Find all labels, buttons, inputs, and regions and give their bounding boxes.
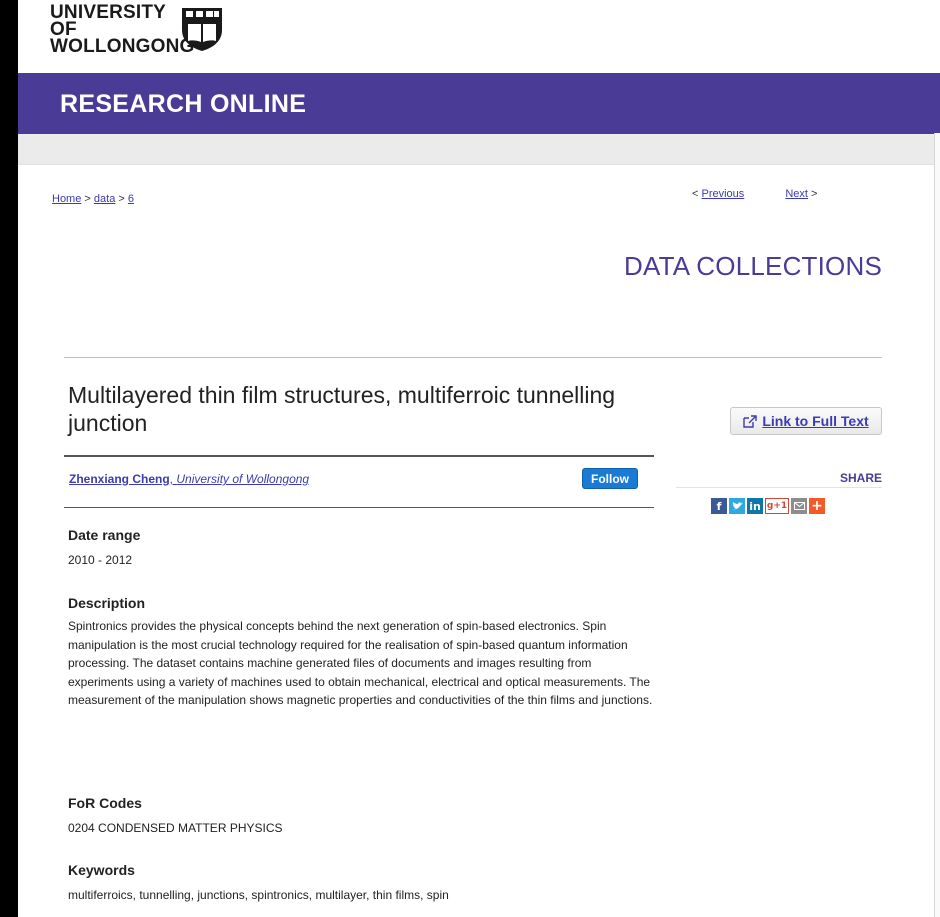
more-icon[interactable]: + (809, 498, 825, 514)
author-divider-top (64, 455, 654, 457)
date-range-label: Date range (68, 527, 141, 543)
previous-arrow: < (692, 188, 699, 200)
share-label: SHARE (839, 471, 882, 485)
date-range-value: 2010 - 2012 (68, 553, 133, 567)
breadcrumb: Home > data > 6 (52, 193, 134, 205)
crest-icon (182, 8, 222, 51)
author-separator: , (169, 472, 174, 486)
next-arrow: > (811, 188, 818, 200)
breadcrumb-item[interactable]: 6 (128, 193, 134, 205)
author-name: Zhenxiang Cheng (69, 472, 170, 486)
next-link[interactable]: Next (785, 188, 808, 200)
keywords-label: Keywords (68, 862, 135, 878)
nav-bar (18, 134, 940, 165)
site-banner: RESEARCH ONLINE (18, 73, 940, 134)
description-label: Description (68, 595, 146, 611)
previous-link[interactable]: Previous (702, 188, 745, 200)
breadcrumb-separator: > (84, 193, 91, 205)
author-affiliation: University of Wollongong (176, 472, 310, 486)
breadcrumb-data[interactable]: data (94, 193, 115, 205)
logo-text: UNIVERSITY OF WOLLONGONG (50, 2, 195, 57)
breadcrumb-home[interactable]: Home (52, 193, 81, 205)
site-title[interactable]: RESEARCH ONLINE (60, 90, 306, 119)
share-divider (676, 487, 882, 488)
linkedin-icon[interactable]: in (747, 498, 763, 514)
page-frame: UNIVERSITY OF WOLLONGONG RESEARCH ONLINE… (18, 0, 940, 917)
section-title: DATA COLLECTIONS (624, 251, 882, 281)
keywords-value: multiferroics, tunnelling, junctions, sp… (68, 888, 449, 902)
divider (64, 357, 882, 358)
email-icon[interactable] (791, 498, 807, 514)
share-icons: f in g+1 + (711, 498, 825, 514)
description-value: Spintronics provides the physical concep… (68, 619, 653, 707)
google-plus-icon[interactable]: g+1 (765, 498, 789, 514)
logo-line-2: WOLLONGONG (50, 36, 195, 57)
for-codes-label: FoR Codes (68, 795, 142, 811)
full-text-label: Link to Full Text (762, 413, 869, 429)
facebook-icon[interactable]: f (711, 498, 727, 514)
follow-button[interactable]: Follow (582, 468, 638, 489)
breadcrumb-separator: > (118, 193, 125, 205)
author-link[interactable]: Zhenxiang Cheng, University of Wollongon… (69, 472, 309, 486)
item-title: Multilayered thin film structures, multi… (68, 382, 616, 436)
link-to-full-text-button[interactable]: Link to Full Text (730, 407, 882, 435)
logo-line-1: UNIVERSITY OF (50, 2, 166, 40)
external-link-icon (743, 414, 758, 428)
author-divider-bottom (64, 507, 654, 508)
for-codes-value: 0204 CONDENSED MATTER PHYSICS (68, 821, 283, 835)
twitter-icon[interactable] (729, 498, 745, 514)
pager: < Previous Next > (692, 188, 817, 200)
right-edge-panel (934, 133, 940, 917)
